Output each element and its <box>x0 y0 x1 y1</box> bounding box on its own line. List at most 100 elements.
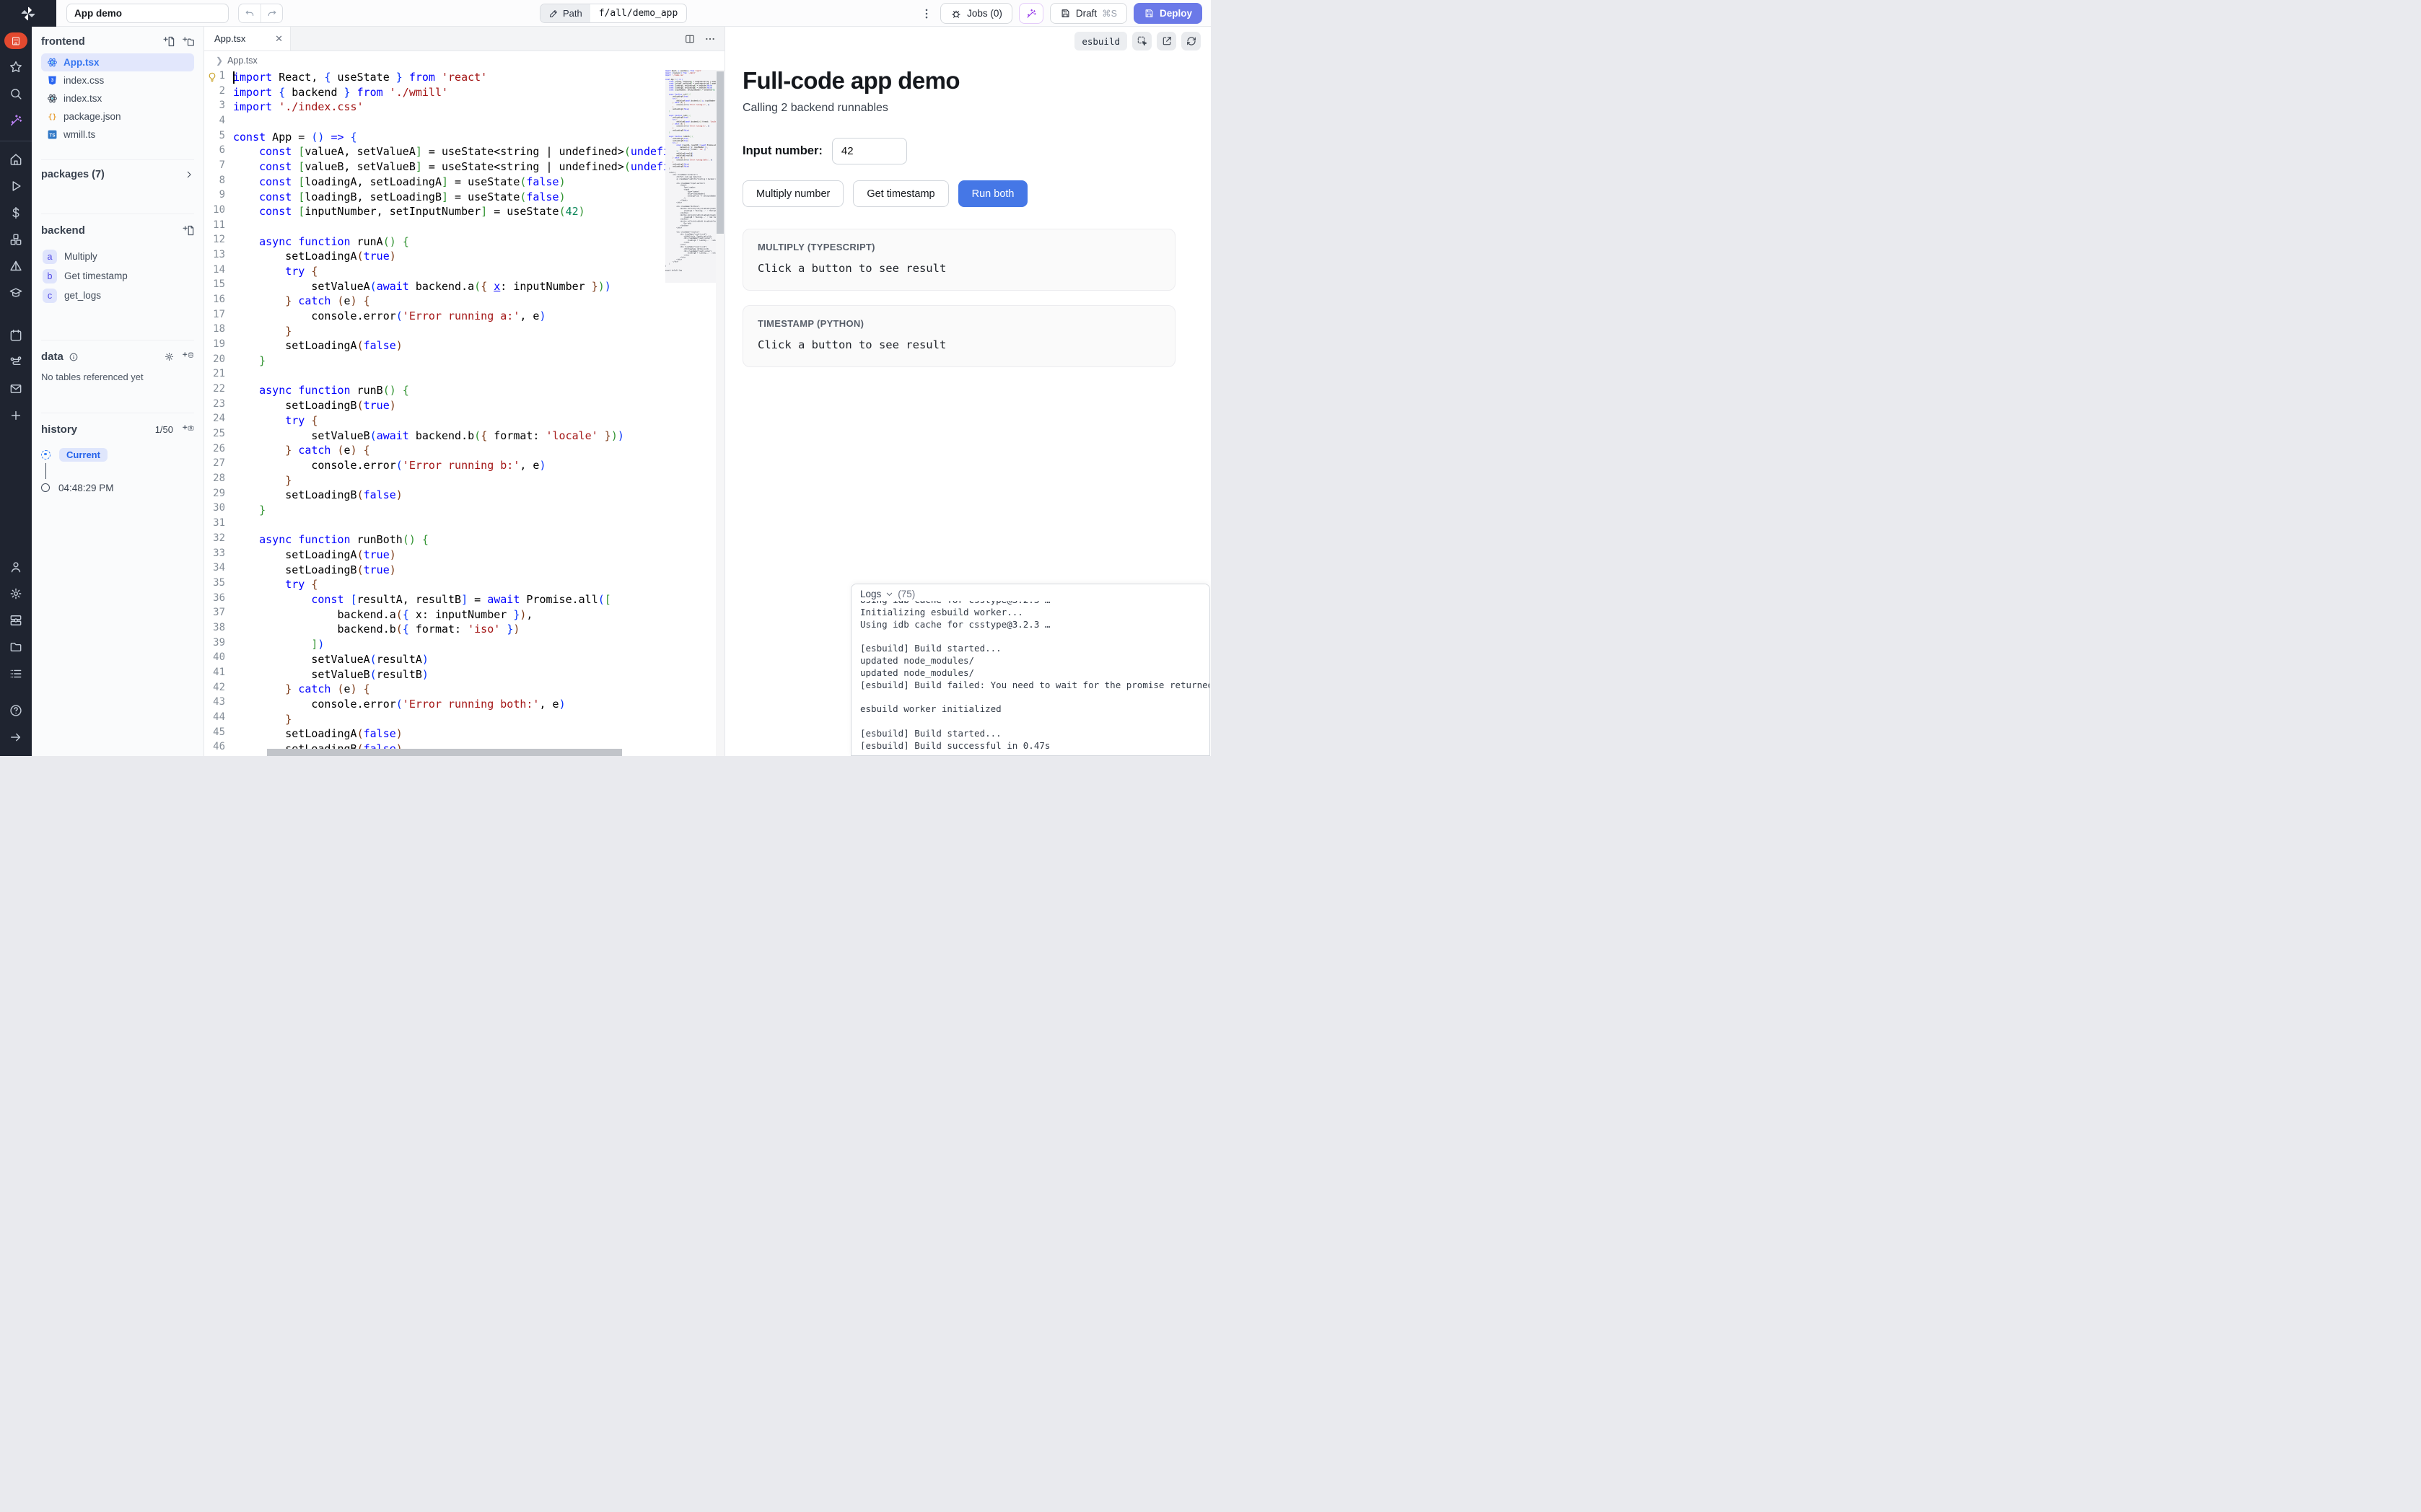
file-item-wmill.ts[interactable]: TSwmill.ts <box>41 126 194 144</box>
rail-gear-icon[interactable] <box>8 586 24 602</box>
code-line[interactable]: } catch (e) { <box>233 682 665 697</box>
code-line[interactable]: setValueB(await backend.b({ format: 'loc… <box>233 428 665 444</box>
code-line[interactable]: ​ <box>233 115 665 130</box>
rail-server-icon[interactable] <box>8 612 24 628</box>
code-line[interactable]: setLoadingB(true) <box>233 563 665 578</box>
code-line[interactable]: } <box>233 353 665 369</box>
undo-button[interactable] <box>239 4 261 22</box>
runnable-c[interactable]: cget_logs <box>41 286 194 305</box>
get-timestamp-button[interactable]: Get timestamp <box>853 180 948 207</box>
rail-help-icon[interactable] <box>8 703 24 718</box>
refresh-preview-button[interactable] <box>1181 32 1201 50</box>
rail-wand-icon[interactable] <box>8 113 24 128</box>
code-area[interactable]: 1234567891011121314151617181920212223242… <box>204 70 724 756</box>
runnable-a[interactable]: aMultiply <box>41 247 194 266</box>
code-line[interactable]: try { <box>233 413 665 428</box>
split-view-icon[interactable] <box>684 33 696 45</box>
code-line[interactable]: try { <box>233 264 665 279</box>
rail-list-icon[interactable] <box>8 666 24 682</box>
rail-search-icon[interactable] <box>8 86 24 102</box>
code-line[interactable]: const [loadingA, setLoadingA] = useState… <box>233 175 665 190</box>
code-line[interactable]: async function runBoth() { <box>233 532 665 548</box>
rail-mail-icon[interactable] <box>8 381 24 397</box>
packages-row[interactable]: packages (7) <box>41 159 194 180</box>
code-line[interactable]: import React, { useState } from 'react' <box>233 70 665 85</box>
logs-header[interactable]: Logs (75) <box>851 584 1209 601</box>
code-line[interactable]: const [valueB, setValueB] = useState<str… <box>233 159 665 175</box>
code-line[interactable]: import './index.css' <box>233 100 665 115</box>
code-line[interactable]: console.error('Error running both:', e) <box>233 697 665 712</box>
more-menu-icon[interactable] <box>919 7 934 20</box>
code-line[interactable]: setValueA(resultA) <box>233 652 665 667</box>
file-item-index.tsx[interactable]: index.tsx <box>41 89 194 107</box>
rail-dollar-icon[interactable] <box>8 205 24 221</box>
rail-home-icon[interactable] <box>8 151 24 167</box>
rail-route-icon[interactable] <box>8 354 24 370</box>
file-item-index.css[interactable]: 3index.css <box>41 71 194 89</box>
redo-button[interactable] <box>261 4 282 22</box>
code-line[interactable]: setValueA(await backend.a({ x: inputNumb… <box>233 279 665 294</box>
snapshot-icon[interactable] <box>182 423 194 436</box>
inspect-element-button[interactable] <box>1132 32 1152 50</box>
code-line[interactable]: ]) <box>233 637 665 652</box>
code-line[interactable]: try { <box>233 577 665 592</box>
tab-app-tsx[interactable]: App.tsx ✕ <box>204 27 291 50</box>
code-line[interactable]: import './index.css' <box>665 74 673 76</box>
code-line[interactable]: } catch (e) { <box>233 294 665 309</box>
code-line[interactable]: ​ <box>233 219 665 234</box>
workspace-badge[interactable] <box>4 32 27 49</box>
rail-play-icon[interactable] <box>8 178 24 194</box>
code-line[interactable]: } catch (e) { <box>233 443 665 458</box>
code-line[interactable]: setLoadingA(false) <box>233 726 665 742</box>
code-line[interactable]: import { backend } from './wmill' <box>233 85 665 100</box>
code-line[interactable]: } <box>233 324 665 339</box>
data-settings-icon[interactable] <box>164 351 175 362</box>
rail-arrow-right-icon[interactable] <box>8 729 24 745</box>
logs-body[interactable]: Using idb cache for csstype@3.2.3 …Initi… <box>851 601 1209 750</box>
code-line[interactable]: setLoadingA(true) <box>233 249 665 264</box>
code-line[interactable]: const [loadingB, setLoadingB] = useState… <box>233 190 665 205</box>
rail-cap-icon[interactable] <box>8 285 24 301</box>
rail-plus-icon[interactable] <box>8 408 24 423</box>
add-table-icon[interactable] <box>182 351 194 363</box>
code-line[interactable]: setValueB(resultB) <box>233 667 665 682</box>
ai-wand-button[interactable] <box>1019 3 1043 24</box>
app-name-input[interactable] <box>66 4 229 23</box>
code-line[interactable]: const App = () => { <box>233 130 665 145</box>
rail-cubes-icon[interactable] <box>8 232 24 247</box>
open-external-button[interactable] <box>1157 32 1176 50</box>
multiply-number-button[interactable]: Multiply number <box>743 180 844 207</box>
code-line[interactable]: } <box>233 712 665 727</box>
code-line[interactable]: console.error('Error running a:', e) <box>233 309 665 324</box>
windmill-logo[interactable] <box>0 0 56 27</box>
number-input[interactable] <box>832 138 907 164</box>
runnable-b[interactable]: bGet timestamp <box>41 266 194 286</box>
code-line[interactable]: } <box>233 473 665 488</box>
code-line[interactable]: setLoadingA(false) <box>233 338 665 353</box>
code-line[interactable]: console.error('Error running b:', e) <box>233 458 665 473</box>
code-line[interactable]: } <box>233 503 665 518</box>
history-entry[interactable]: Current <box>41 446 194 463</box>
rail-prism-icon[interactable] <box>8 258 24 274</box>
code-line[interactable]: async function runA() { <box>233 234 665 250</box>
code-line[interactable]: const [resultA, resultB] = await Promise… <box>233 592 665 607</box>
code-line[interactable]: setLoadingA(true) <box>233 548 665 563</box>
code-line[interactable]: const [valueA, setValueA] = useState<str… <box>233 144 665 159</box>
code-line[interactable]: ​ <box>233 518 665 533</box>
rail-folder-icon[interactable] <box>8 639 24 655</box>
run-both-button[interactable]: Run both <box>958 180 1028 207</box>
editor-more-icon[interactable] <box>704 33 716 45</box>
code-line[interactable]: backend.b({ format: 'iso' }) <box>233 622 665 637</box>
close-tab-icon[interactable]: ✕ <box>275 33 283 45</box>
history-entry[interactable]: 04:48:29 PM <box>41 479 194 496</box>
code-line[interactable]: const [inputNumber, setInputNumber] = us… <box>233 204 665 219</box>
rail-calendar-icon[interactable] <box>8 328 24 343</box>
add-runnable-icon[interactable] <box>182 224 194 237</box>
draft-button[interactable]: Draft ⌘S <box>1050 3 1127 24</box>
rail-user-icon[interactable] <box>8 559 24 575</box>
deploy-button[interactable]: Deploy <box>1134 3 1202 24</box>
lightbulb-icon[interactable] <box>206 71 218 83</box>
editor-vertical-scrollbar[interactable] <box>716 70 724 756</box>
code-line[interactable]: setLoadingB(true) <box>233 398 665 413</box>
jobs-button[interactable]: Jobs (0) <box>940 3 1012 24</box>
